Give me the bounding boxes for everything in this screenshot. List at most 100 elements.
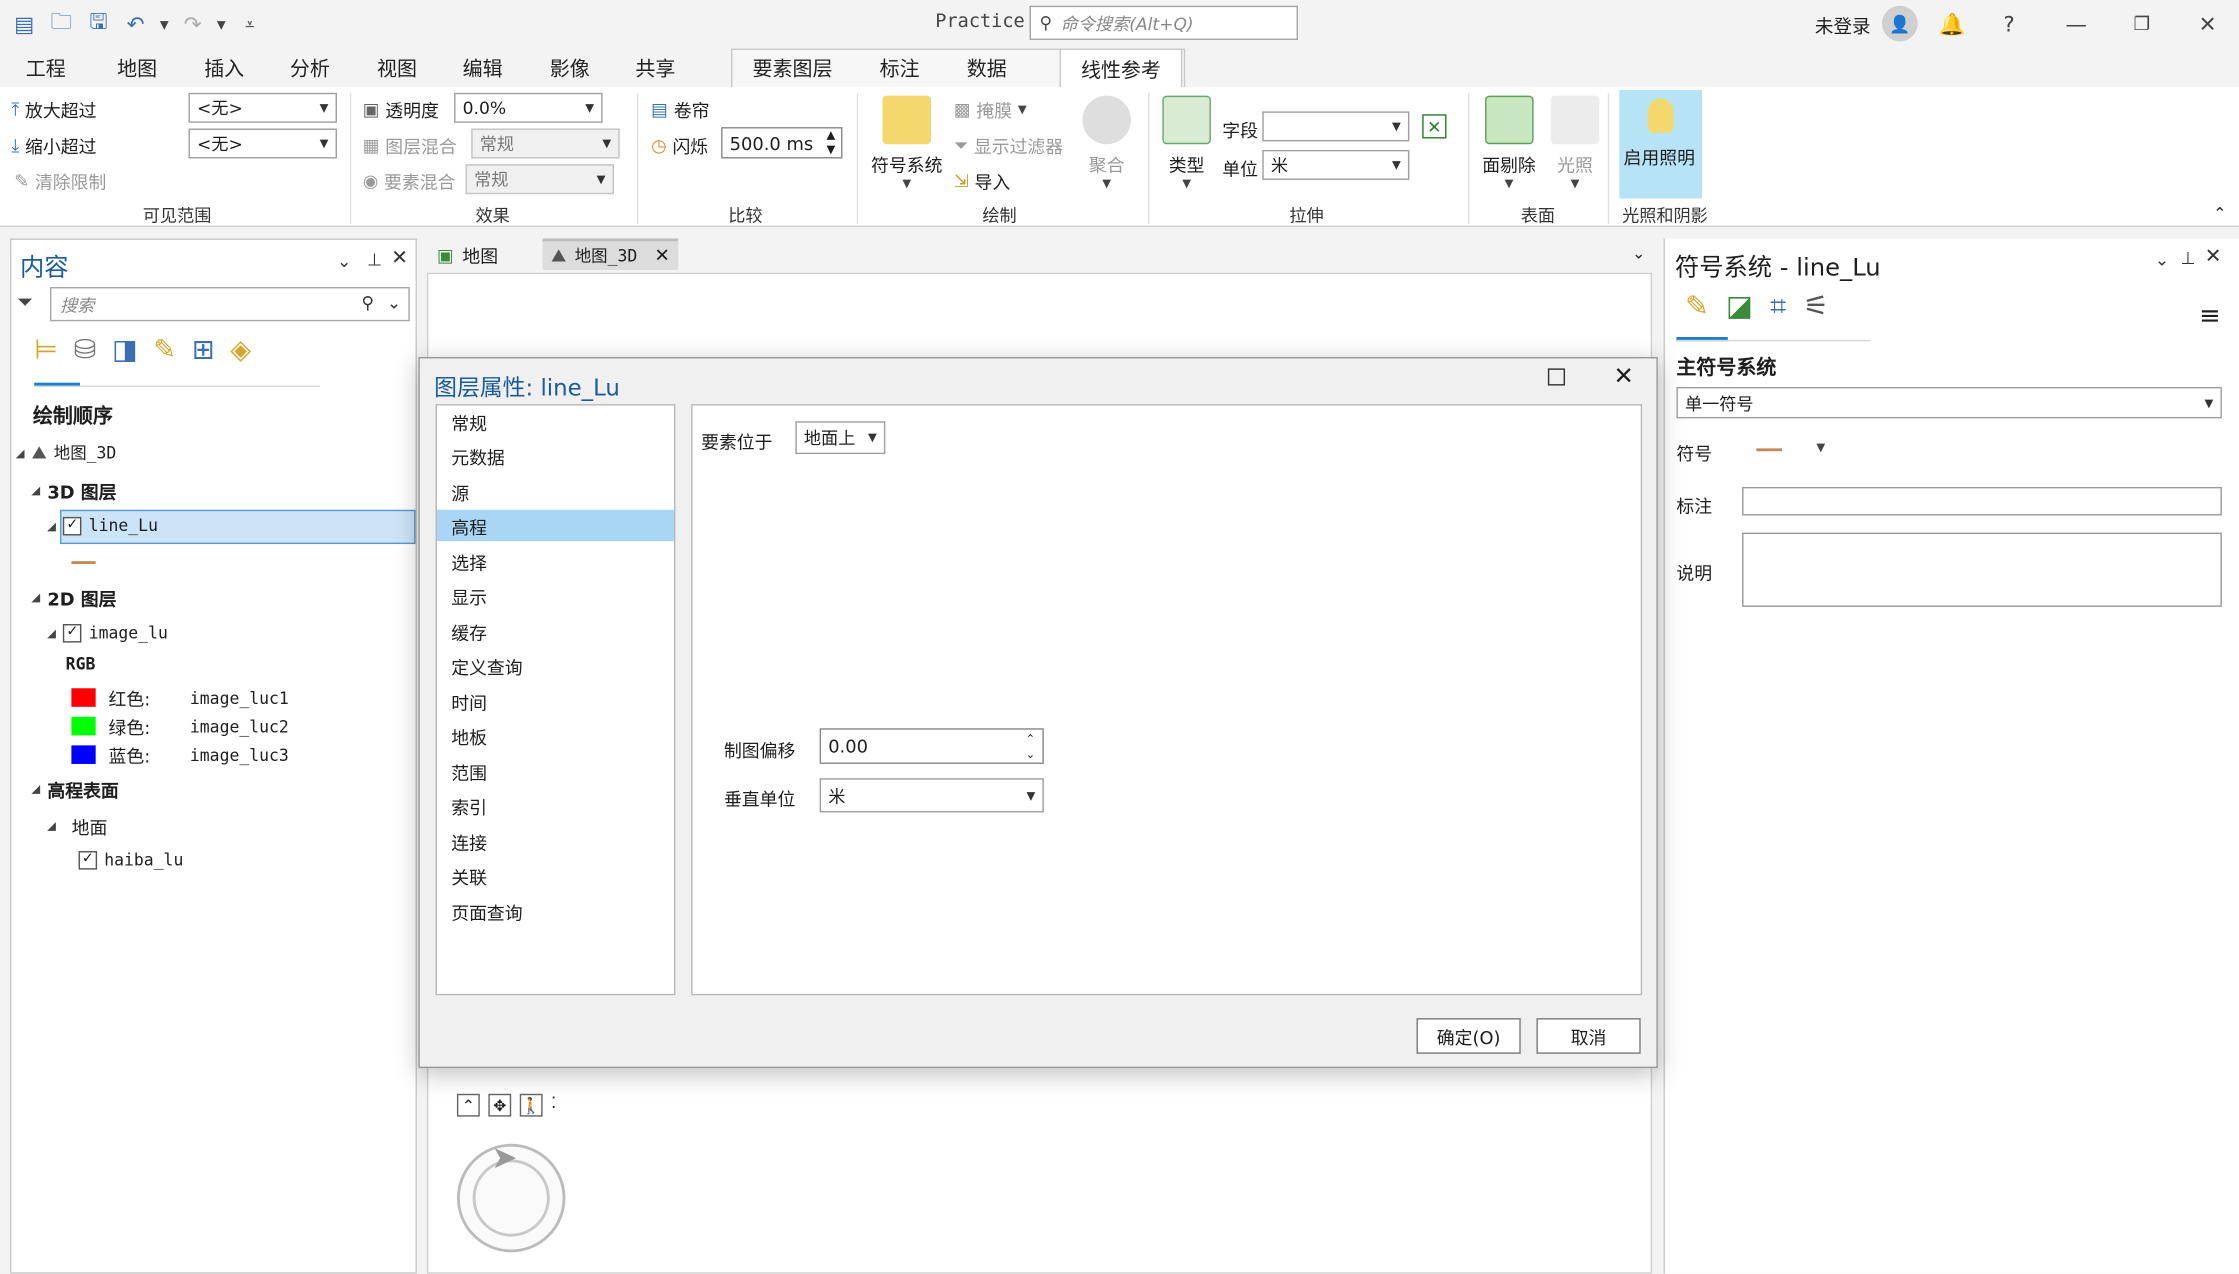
- clear-limits-button[interactable]: ✎ 清除限制: [14, 167, 106, 194]
- avatar-icon[interactable]: 👤: [1882, 5, 1918, 42]
- nav-selection[interactable]: 选择: [437, 545, 674, 576]
- menu-icon[interactable]: ≡: [2199, 301, 2221, 331]
- list-by-snapping-icon[interactable]: ⊞: [192, 334, 215, 365]
- maximize-icon[interactable]: [1547, 368, 1566, 386]
- primary-symbology-icon[interactable]: ✎: [1685, 288, 1709, 322]
- navigator-up-icon[interactable]: ⌃: [456, 1093, 480, 1117]
- nav-joins[interactable]: 连接: [437, 825, 674, 856]
- vertical-unit-select[interactable]: 米 ▼: [819, 778, 1044, 813]
- open-folder-icon[interactable]: 🗀: [46, 8, 77, 40]
- nav-elevation[interactable]: 高程: [436, 509, 674, 542]
- tab-project[interactable]: 工程: [26, 54, 66, 83]
- tree-2d-layers[interactable]: ◢ 2D 图层: [31, 584, 116, 611]
- redo-dropdown-icon[interactable]: ▼: [214, 9, 228, 40]
- save-icon[interactable]: 🖫: [83, 8, 114, 40]
- feature-blend-select[interactable]: 常规 ▼: [465, 164, 615, 195]
- tab-insert[interactable]: 插入: [204, 54, 244, 83]
- list-by-labeling-icon[interactable]: ◈: [230, 334, 251, 365]
- pane-options-icon[interactable]: ⌄: [2155, 250, 2169, 270]
- nav-source[interactable]: 源: [437, 476, 674, 507]
- description-textarea[interactable]: [1742, 532, 2222, 607]
- undo-dropdown-icon[interactable]: ▼: [157, 9, 171, 40]
- navigator-firstperson-icon[interactable]: 🚶: [519, 1093, 543, 1117]
- navigator-fullextent-icon[interactable]: ✥: [488, 1093, 512, 1117]
- collapse-icon[interactable]: ◢: [31, 783, 40, 796]
- nav-range[interactable]: 范围: [437, 755, 674, 786]
- collapse-icon[interactable]: ◢: [31, 591, 40, 604]
- tree-3d-layers[interactable]: ◢ 3D 图层: [31, 477, 116, 504]
- extrusion-unit-select[interactable]: 米 ▼: [1262, 149, 1410, 180]
- undo-icon[interactable]: ↶: [120, 9, 151, 40]
- help-icon[interactable]: ?: [1992, 7, 2026, 41]
- zoom-out-beyond-select[interactable]: <无> ▼: [188, 128, 337, 159]
- nav-floor[interactable]: 地板: [437, 720, 674, 751]
- swipe-button[interactable]: ▤ 卷帘: [651, 96, 709, 123]
- tab-view[interactable]: 视图: [377, 54, 417, 83]
- tree-image-layer[interactable]: ◢ ✓ image_lu: [47, 623, 168, 643]
- tab-share[interactable]: 共享: [635, 54, 675, 83]
- advanced-symbology-icon[interactable]: ⚟: [1803, 288, 1829, 322]
- primary-symbology-select[interactable]: 单一符号 ▼: [1676, 386, 2222, 419]
- tree-elevation-surfaces[interactable]: ◢ 高程表面: [31, 775, 118, 802]
- nav-definition-query[interactable]: 定义查询: [437, 650, 674, 681]
- tree-line-layer[interactable]: ◢ ✓ line_Lu: [47, 515, 158, 535]
- display-filter-button[interactable]: ⏷ 显示过滤器: [954, 131, 1063, 158]
- list-by-drawing-order-icon[interactable]: ⊨: [34, 334, 58, 365]
- symbol-dropdown-icon[interactable]: ▼: [1816, 441, 1825, 454]
- nav-metadata[interactable]: 元数据: [437, 440, 674, 471]
- symbol-preview[interactable]: [1756, 448, 1783, 452]
- login-status[interactable]: 未登录: [1815, 11, 1871, 38]
- aggregate-button[interactable]: 聚合 ▼: [1082, 95, 1131, 190]
- vary-symbology-icon[interactable]: ◪: [1726, 288, 1753, 322]
- tab-map3d-view[interactable]: ⛰ 地图_3D ✕: [542, 238, 679, 270]
- ok-button[interactable]: 确定(O): [1416, 1018, 1521, 1054]
- close-dialog-icon[interactable]: ✕: [1614, 363, 1634, 392]
- tab-labeling[interactable]: 标注: [880, 54, 920, 83]
- tree-elevation-layer[interactable]: ✓ haiba_lu: [78, 850, 183, 870]
- minimize-icon[interactable]: —: [2059, 7, 2093, 41]
- tree-ground[interactable]: ◢ 地面: [47, 812, 107, 839]
- features-on-select[interactable]: 地面上 ▼: [795, 421, 886, 455]
- symbology-button[interactable]: 符号系统 ▼: [871, 95, 942, 190]
- collapse-icon[interactable]: ◢: [31, 484, 40, 497]
- list-by-selection-icon[interactable]: ◨: [112, 334, 138, 365]
- tab-imagery[interactable]: 影像: [550, 54, 590, 83]
- pane-options-icon[interactable]: ⌄: [337, 251, 351, 271]
- layer-blend-select[interactable]: 常规 ▼: [471, 128, 620, 159]
- tab-linear-referencing[interactable]: 线性参考: [1059, 48, 1183, 88]
- transparency-select[interactable]: 0.0% ▼: [454, 92, 603, 123]
- zoom-out-beyond-button[interactable]: ⤓ 缩小超过: [11, 131, 96, 158]
- elevation-layer-checkbox[interactable]: ✓: [78, 850, 98, 869]
- lighting-button[interactable]: 光照 ▼: [1550, 95, 1600, 190]
- nav-indexes[interactable]: 索引: [437, 790, 674, 821]
- expression-icon[interactable]: ✕: [1422, 114, 1447, 139]
- image-layer-checkbox[interactable]: ✓: [63, 623, 82, 642]
- navigator-compass[interactable]: ➤: [456, 1141, 566, 1253]
- nav-display[interactable]: 显示: [437, 580, 674, 611]
- notification-bell-icon[interactable]: 🔔: [1935, 7, 1969, 41]
- collapse-icon[interactable]: ◢: [47, 626, 56, 639]
- tab-list-chevron-icon[interactable]: ⌄: [1632, 244, 1645, 263]
- enable-lighting-button[interactable]: 启用照明: [1619, 89, 1703, 199]
- list-by-data-source-icon[interactable]: ⛁: [74, 334, 97, 365]
- zoom-in-beyond-select[interactable]: <无> ▼: [188, 92, 337, 123]
- redo-icon[interactable]: ↷: [177, 9, 208, 40]
- extrusion-field-select[interactable]: ▼: [1262, 111, 1410, 142]
- navigator-more-icon[interactable]: ⁚: [551, 1094, 556, 1117]
- tab-analysis[interactable]: 分析: [290, 54, 330, 83]
- flicker-interval-input[interactable]: 500.0 ms ▲ ▼: [721, 127, 843, 159]
- tab-edit[interactable]: 编辑: [463, 54, 503, 83]
- tab-map-view[interactable]: ▣ 地图: [428, 238, 506, 269]
- cancel-button[interactable]: 取消: [1536, 1018, 1641, 1054]
- nav-relates[interactable]: 关联: [437, 860, 674, 891]
- new-project-icon[interactable]: ▤: [9, 9, 40, 40]
- nav-page-query[interactable]: 页面查询: [437, 895, 674, 926]
- contents-search-input[interactable]: 搜索 ⚲ ⌄: [49, 287, 410, 322]
- tab-map[interactable]: 地图: [117, 54, 157, 83]
- zoom-in-beyond-button[interactable]: ⤒ 放大超过: [11, 96, 96, 123]
- restore-icon[interactable]: ❐: [2125, 7, 2159, 41]
- filter-icon[interactable]: ⏷: [17, 291, 33, 314]
- spinner-arrows-icon[interactable]: ▲ ▼: [827, 129, 836, 158]
- close-tab-icon[interactable]: ✕: [654, 245, 670, 266]
- symbol-layer-drawing-icon[interactable]: ⌗: [1770, 288, 1786, 322]
